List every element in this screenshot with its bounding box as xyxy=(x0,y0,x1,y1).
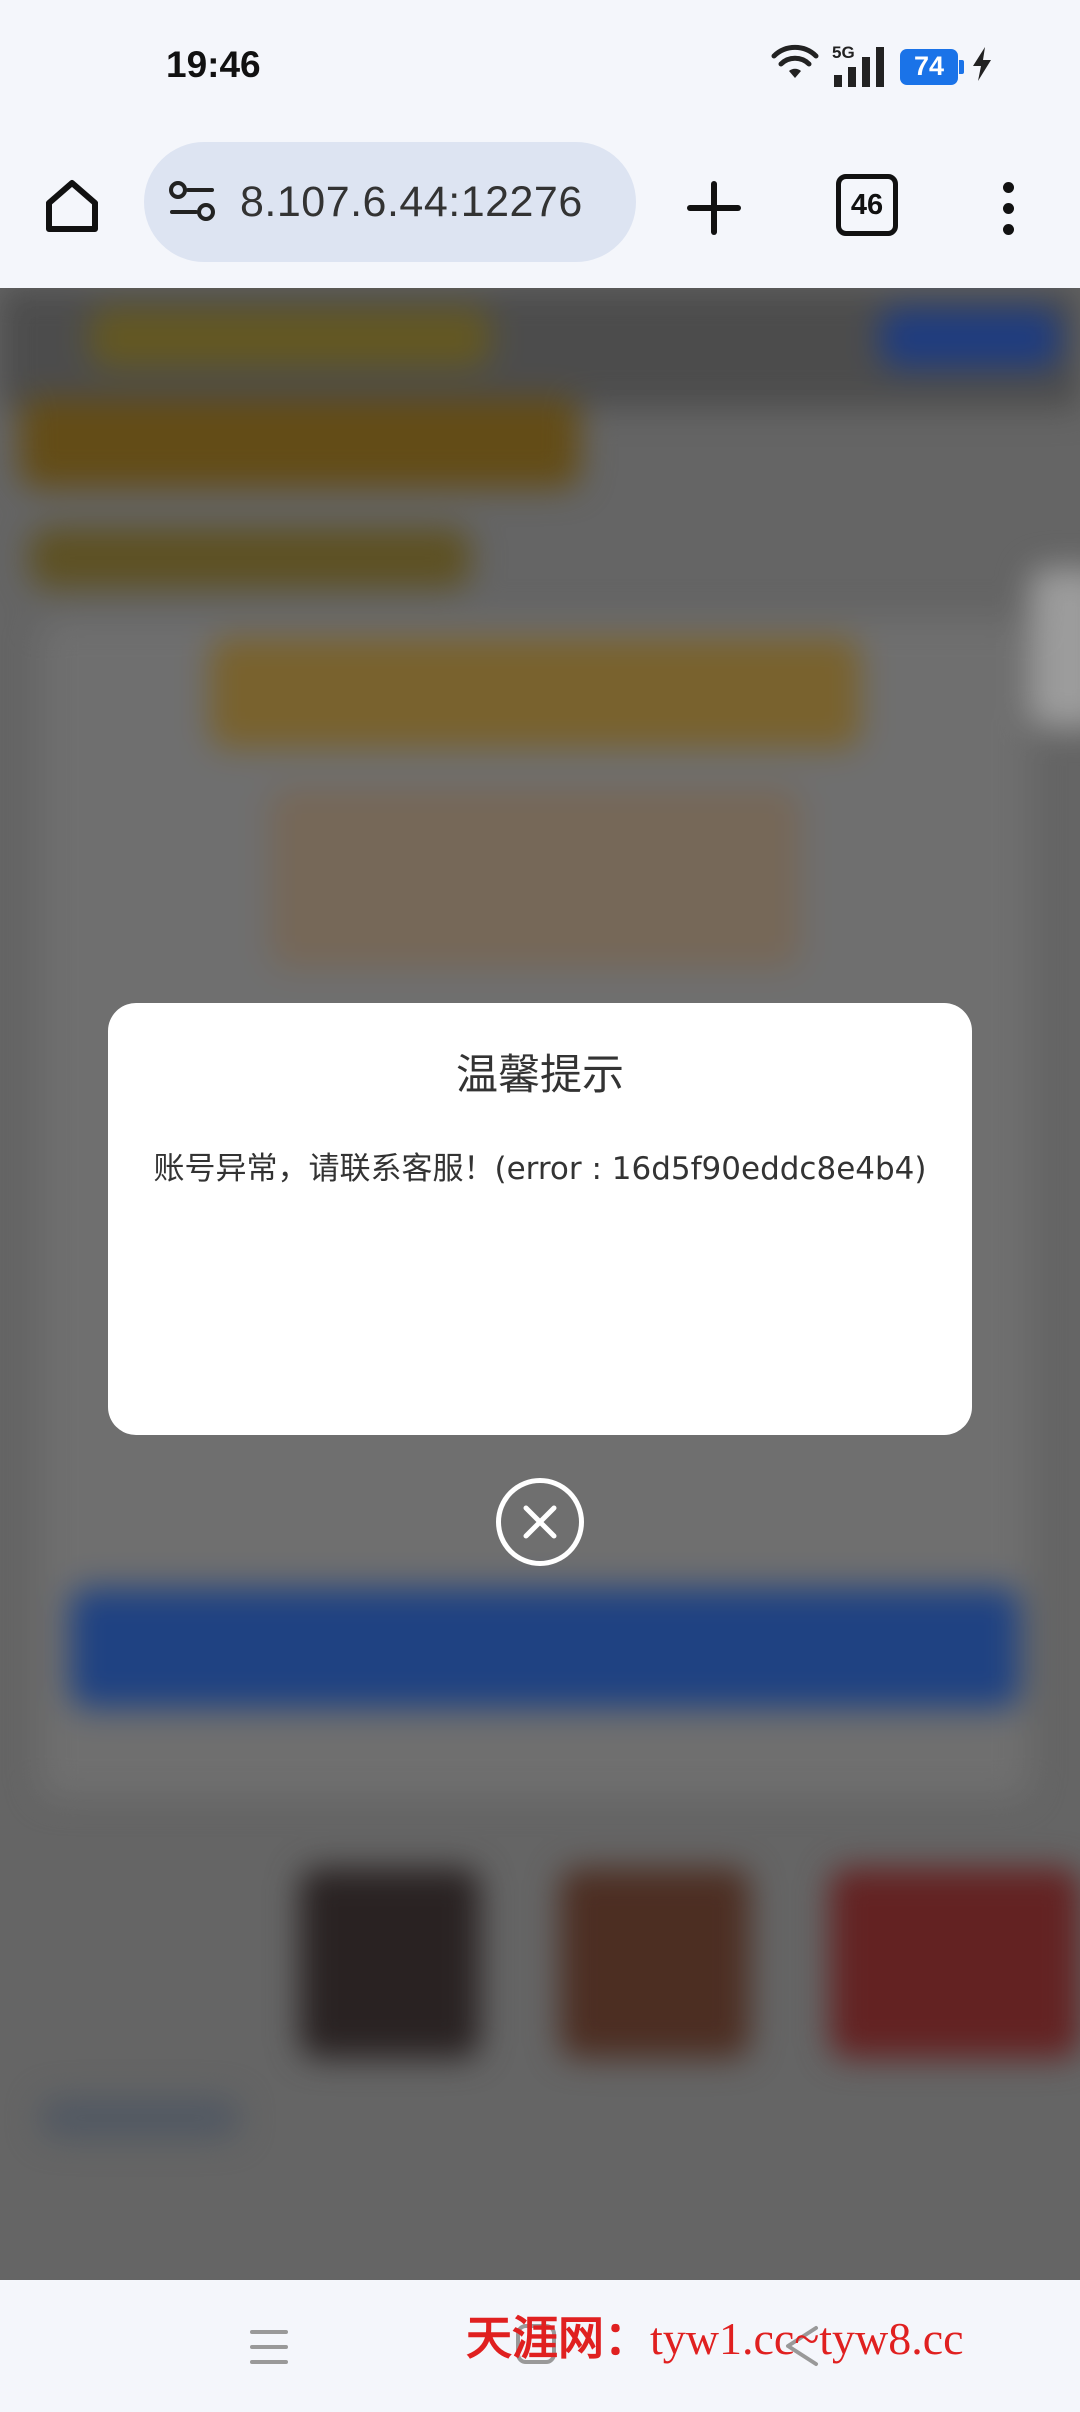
address-bar[interactable]: 8.107.6.44:12276 xyxy=(144,142,636,262)
status-time: 19:46 xyxy=(166,44,261,85)
menu-dot xyxy=(1002,223,1014,235)
browser-toolbar: 8.107.6.44:12276 46 xyxy=(0,130,1080,288)
new-tab-icon xyxy=(687,181,741,235)
tab-switcher-icon[interactable]: 46 xyxy=(836,174,898,236)
url-text[interactable]: 8.107.6.44:12276 xyxy=(240,178,583,227)
recents-icon[interactable] xyxy=(248,2326,290,2368)
site-settings-icon[interactable] xyxy=(166,176,218,228)
watermark-site-name: 天涯网： xyxy=(466,2311,650,2365)
signal-5g-icon: 5G xyxy=(832,43,888,89)
status-bar: 19:46 5G 74 xyxy=(0,0,1080,130)
dialog-title: 温馨提示 xyxy=(455,1050,624,1099)
battery-icon: 74 xyxy=(900,48,964,85)
more-menu-icon[interactable] xyxy=(988,170,1028,246)
close-icon xyxy=(523,1505,557,1539)
wifi-icon xyxy=(770,44,820,89)
new-tab-button[interactable] xyxy=(676,170,752,246)
watermark: 天涯网：tyw1.cc~tyw8.cc xyxy=(466,2302,964,2368)
home-button[interactable] xyxy=(36,170,108,242)
close-dialog-button[interactable] xyxy=(496,1478,584,1566)
charging-icon xyxy=(970,45,994,88)
battery-level: 74 xyxy=(913,51,945,81)
alert-dialog: 温馨提示 账号异常，请联系客服！(error : 16d5f90eddc8e4b… xyxy=(108,1003,972,1435)
watermark-urls: tyw1.cc~tyw8.cc xyxy=(650,2313,964,2364)
dialog-message: 账号异常，请联系客服！(error : 16d5f90eddc8e4b4) xyxy=(153,1151,927,1187)
status-icons: 5G 74 xyxy=(770,43,994,89)
system-navigation-bar: 天涯网：tyw1.cc~tyw8.cc xyxy=(0,2280,1080,2412)
home-icon xyxy=(46,180,98,232)
menu-dot xyxy=(1002,181,1014,193)
menu-dot xyxy=(1002,202,1014,214)
tab-count: 46 xyxy=(850,188,884,221)
